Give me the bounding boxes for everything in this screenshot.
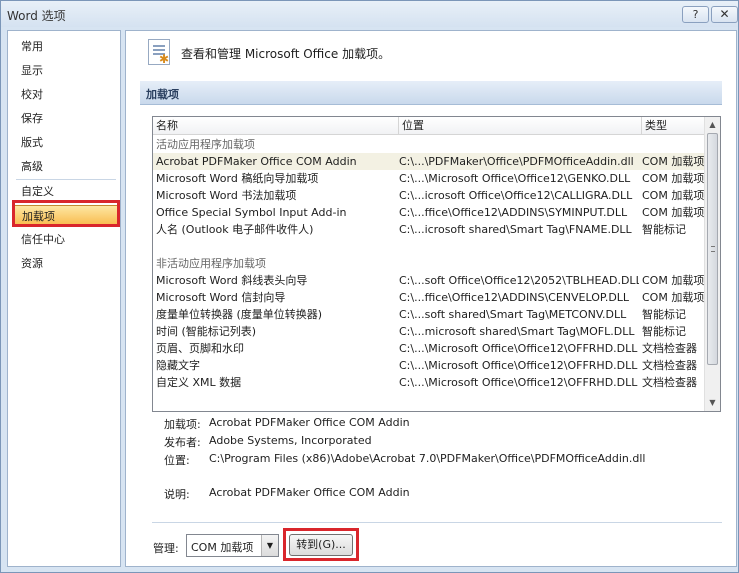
addin-label: 加载项:: [164, 418, 201, 431]
row-location: C:\...ffice\Office12\ADDINS\CENVELOP.DLL: [399, 291, 630, 304]
row-location: C:\...\PDFMaker\Office\PDFMOfficeAddin.d…: [399, 155, 634, 168]
table-row[interactable]: 自定义 XML 数据 C:\...\Microsoft Office\Offic…: [153, 374, 705, 391]
section-title: 加载项: [146, 88, 179, 101]
row-location: C:\...soft shared\Smart Tag\METCONV.DLL: [399, 308, 627, 321]
row-location: C:\...microsoft shared\Smart Tag\MOFL.DL…: [399, 325, 635, 338]
scroll-up-arrow-icon[interactable]: ▲: [705, 117, 720, 133]
row-name: 度量单位转换器 (度量单位转换器): [156, 308, 323, 321]
row-location: C:\...\Microsoft Office\Office12\OFFRHD.…: [399, 342, 638, 355]
row-type: 智能标记: [642, 325, 686, 338]
publisher-label: 发布者:: [164, 436, 201, 449]
row-name: Microsoft Word 书法加载项: [156, 189, 297, 202]
table-row[interactable]: Microsoft Word 斜线表头向导 C:\...soft Office\…: [153, 272, 705, 289]
close-button[interactable]: ✕: [711, 6, 738, 23]
sidebar-item-save[interactable]: 保存: [14, 108, 118, 130]
addins-icon: [148, 39, 170, 66]
row-name: 人名 (Outlook 电子邮件收件人): [156, 223, 314, 236]
sidebar: 常用 显示 校对 保存 版式 高级 自定义 加载项 信任中心 资源: [7, 30, 121, 567]
row-name: Acrobat PDFMaker Office COM Addin: [156, 155, 357, 168]
go-highlight-box: [283, 528, 359, 561]
manage-dropdown[interactable]: COM 加载项 ▼: [186, 534, 279, 557]
row-location: C:\...\Microsoft Office\Office12\OFFRHD.…: [399, 359, 638, 372]
sidebar-divider: [16, 179, 116, 180]
table-row[interactable]: 页眉、页脚和水印 C:\...\Microsoft Office\Office1…: [153, 340, 705, 357]
row-location: C:\...icrosoft shared\Smart Tag\FNAME.DL…: [399, 223, 632, 236]
column-header-location[interactable]: 位置: [399, 117, 642, 135]
row-type: COM 加载项: [642, 155, 705, 168]
addins-list[interactable]: 名称 位置 类型 活动应用程序加载项 Acrobat PDFMaker Offi…: [152, 116, 721, 412]
manage-selected-value: COM 加载项: [191, 541, 254, 554]
row-name: Office Special Symbol Input Add-in: [156, 206, 347, 219]
sidebar-item-advanced[interactable]: 高级: [14, 156, 118, 178]
sidebar-item-proofing[interactable]: 校对: [14, 84, 118, 106]
row-type: 文档检查器: [642, 359, 697, 372]
row-type: COM 加载项: [642, 291, 705, 304]
group-label-inactive: 非活动应用程序加载项: [156, 257, 266, 270]
group-label-active: 活动应用程序加载项: [156, 138, 255, 151]
description-value: Acrobat PDFMaker Office COM Addin: [209, 486, 410, 499]
scroll-down-arrow-icon[interactable]: ▼: [705, 395, 720, 411]
addins-highlight-box: [12, 200, 120, 227]
sidebar-item-display[interactable]: 显示: [14, 60, 118, 82]
row-type: COM 加载项: [642, 206, 705, 219]
table-row[interactable]: 度量单位转换器 (度量单位转换器) C:\...soft shared\Smar…: [153, 306, 705, 323]
description-label: 说明:: [164, 488, 190, 501]
column-header-name[interactable]: 名称: [153, 117, 399, 135]
sidebar-item-trust-center[interactable]: 信任中心: [14, 229, 118, 251]
scroll-thumb[interactable]: [707, 133, 718, 365]
location-value: C:\Program Files (x86)\Adobe\Acrobat 7.0…: [209, 452, 646, 465]
help-button[interactable]: ?: [682, 6, 709, 23]
vertical-scrollbar[interactable]: ▲ ▼: [704, 117, 720, 411]
row-name: Microsoft Word 斜线表头向导: [156, 274, 308, 287]
row-type: COM 加载项: [642, 172, 705, 185]
sidebar-item-popular[interactable]: 常用: [14, 36, 118, 58]
table-row[interactable]: Office Special Symbol Input Add-in C:\..…: [153, 204, 705, 221]
row-name: Microsoft Word 信封向导: [156, 291, 286, 304]
grip-icon: [711, 246, 715, 252]
location-label: 位置:: [164, 454, 190, 467]
section-header: 加载项: [140, 81, 722, 105]
title-bar: Word 选项 ? ✕: [1, 1, 738, 27]
row-location: C:\...\Microsoft Office\Office12\GENKO.D…: [399, 172, 631, 185]
row-type: 智能标记: [642, 308, 686, 321]
word-options-dialog: Word 选项 ? ✕ 常用 显示 校对 保存 版式 高级 自定义 加载项 信任…: [0, 0, 739, 573]
manage-label: 管理:: [153, 542, 179, 555]
row-type: 智能标记: [642, 223, 686, 236]
table-row[interactable]: 隐藏文字 C:\...\Microsoft Office\Office12\OF…: [153, 357, 705, 374]
row-name: 时间 (智能标记列表): [156, 325, 257, 338]
sidebar-item-resources[interactable]: 资源: [14, 253, 118, 275]
table-row[interactable]: Microsoft Word 稿纸向导加载项 C:\...\Microsoft …: [153, 170, 705, 187]
chevron-down-icon[interactable]: ▼: [261, 535, 278, 556]
row-type: COM 加载项: [642, 274, 705, 287]
row-type: 文档检查器: [642, 376, 697, 389]
row-name: Microsoft Word 稿纸向导加载项: [156, 172, 319, 185]
addin-value: Acrobat PDFMaker Office COM Addin: [209, 416, 410, 429]
row-name: 自定义 XML 数据: [156, 376, 242, 389]
row-location: C:\...soft Office\Office12\2052\TBLHEAD.…: [399, 274, 639, 287]
table-row[interactable]: 时间 (智能标记列表) C:\...microsoft shared\Smart…: [153, 323, 705, 340]
window-title: Word 选项: [7, 9, 66, 23]
bottom-divider: [152, 522, 722, 523]
row-name: 隐藏文字: [156, 359, 200, 372]
row-location: C:\...\Microsoft Office\Office12\OFFRHD.…: [399, 376, 638, 389]
row-name: 页眉、页脚和水印: [156, 342, 244, 355]
table-row[interactable]: 人名 (Outlook 电子邮件收件人) C:\...icrosoft shar…: [153, 221, 705, 238]
table-row[interactable]: Microsoft Word 书法加载项 C:\...icrosoft Offi…: [153, 187, 705, 204]
row-location: C:\...ffice\Office12\ADDINS\SYMINPUT.DLL: [399, 206, 628, 219]
publisher-value: Adobe Systems, Incorporated: [209, 434, 372, 447]
page-heading: 查看和管理 Microsoft Office 加载项。: [181, 47, 391, 61]
table-row[interactable]: Microsoft Word 信封向导 C:\...ffice\Office12…: [153, 289, 705, 306]
column-header-type[interactable]: 类型: [642, 117, 705, 135]
row-location: C:\...icrosoft Office\Office12\CALLIGRA.…: [399, 189, 633, 202]
row-type: 文档检查器: [642, 342, 697, 355]
row-type: COM 加载项: [642, 189, 705, 202]
table-row[interactable]: Acrobat PDFMaker Office COM Addin C:\...…: [153, 153, 705, 170]
main-panel: 查看和管理 Microsoft Office 加载项。 加载项 名称 位置 类型…: [125, 30, 737, 567]
sidebar-item-layout[interactable]: 版式: [14, 132, 118, 154]
